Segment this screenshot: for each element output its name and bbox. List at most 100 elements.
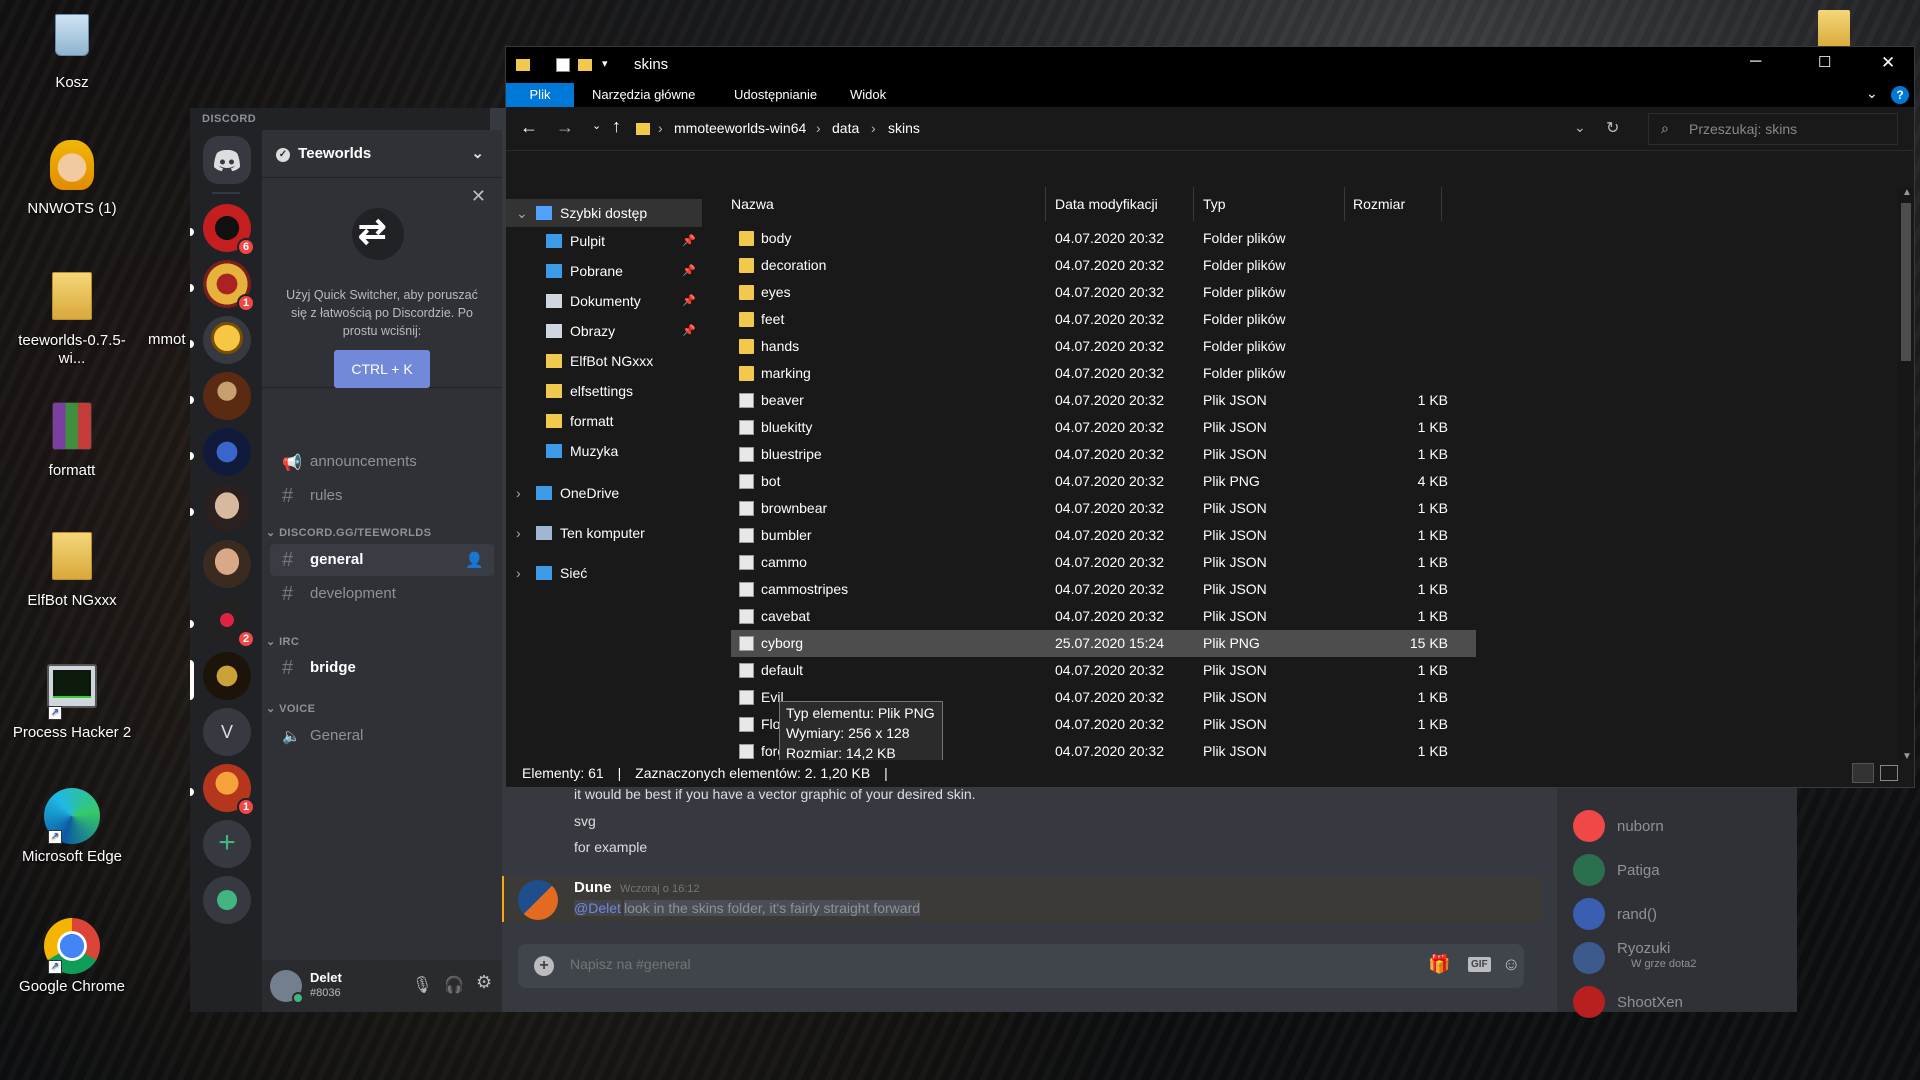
nav-item[interactable]: › OneDrive (506, 479, 702, 507)
nav-item[interactable]: ElfBot NGxxx (506, 347, 702, 375)
file-row[interactable]: cavebat 04.07.2020 20:32 Plik JSON 1 KB (731, 603, 1476, 630)
nav-item[interactable]: Pobrane 📌 (506, 257, 702, 285)
server-header[interactable]: ✓ Teeworlds ⌄ (262, 130, 502, 178)
file-row[interactable]: hands 04.07.2020 20:32 Folder plików (731, 333, 1476, 360)
voice-channel-general[interactable]: 🔈 General (270, 720, 494, 752)
breadcrumb-item[interactable]: mmoteeworlds-win64 (674, 120, 806, 136)
back-button[interactable]: ← (520, 117, 538, 138)
breadcrumb-item[interactable]: skins (888, 120, 920, 136)
server-letter-icon[interactable]: V (203, 708, 251, 756)
add-server-icon[interactable]: + (203, 820, 251, 868)
desktop-folder-icon-topright[interactable] (1818, 10, 1850, 48)
chevron-right-icon[interactable]: › (516, 479, 521, 507)
mention[interactable]: @Delet (574, 900, 621, 916)
file-row[interactable]: cammo 04.07.2020 20:32 Plik JSON 1 KB (731, 549, 1476, 576)
desktop-icon-nnwots[interactable]: NNWOTS (1) (7, 138, 137, 218)
column-name[interactable]: Nazwa (723, 187, 1046, 221)
new-folder-icon[interactable] (578, 59, 592, 71)
desktop-icon-chrome[interactable]: ↗ Google Chrome (7, 918, 137, 996)
file-row[interactable]: eyes 04.07.2020 20:32 Folder plików (731, 279, 1476, 306)
nav-item[interactable]: › Ten komputer (506, 519, 702, 547)
nav-item[interactable]: Pulpit 📌 (506, 227, 702, 255)
member-item[interactable]: ShootXen (1573, 982, 1783, 1022)
server-icon[interactable] (203, 372, 251, 420)
tiles-view-icon[interactable] (1880, 765, 1898, 781)
channel-rules[interactable]: # rules (270, 480, 494, 512)
message-author[interactable]: Dune (574, 879, 612, 896)
nav-item[interactable]: › Sieć (506, 559, 702, 587)
chevron-right-icon[interactable]: › (516, 559, 521, 587)
server-icon[interactable]: 6 (203, 204, 255, 256)
desktop-icon-edge[interactable]: ↗ Microsoft Edge (7, 788, 137, 866)
file-row[interactable]: body 04.07.2020 20:32 Folder plików (731, 225, 1476, 252)
upload-icon[interactable]: + (534, 956, 554, 976)
nav-item[interactable]: Dokumenty 📌 (506, 287, 702, 315)
file-row[interactable]: bluekitty 04.07.2020 20:32 Plik JSON 1 KB (731, 414, 1476, 441)
nav-item[interactable]: formatt (506, 407, 702, 435)
close-button[interactable]: ✕ (1881, 53, 1895, 73)
add-member-icon[interactable]: 👤 (465, 551, 484, 569)
member-item[interactable]: Ryozuki W grze dota2 (1573, 938, 1783, 978)
nav-item[interactable]: Obrazy 📌 (506, 317, 702, 345)
tab-share[interactable]: Udostępnianie (720, 83, 831, 107)
server-icon[interactable] (203, 652, 251, 700)
tab-plik[interactable]: Plik (506, 83, 574, 107)
vertical-scrollbar[interactable]: ▲ ▼ (1898, 187, 1914, 762)
desktop-icon-recycle-bin[interactable]: Kosz (7, 8, 137, 92)
desktop-icon-formatt[interactable]: formatt (7, 398, 137, 480)
address-bar[interactable]: › mmoteeworlds-win64 › data › skins ⌄ ↻ (636, 113, 1636, 145)
server-icon[interactable]: 1 (203, 260, 255, 312)
gift-icon[interactable]: 🎁 (1428, 954, 1450, 975)
column-size[interactable]: Rozmiar (1345, 187, 1442, 221)
channel-announcements[interactable]: 📢 announcements (270, 446, 494, 478)
chevron-right-icon[interactable]: › (516, 519, 521, 547)
maximize-button[interactable]: ☐ (1818, 53, 1831, 71)
member-item[interactable]: Patiga (1573, 850, 1783, 890)
tab-view[interactable]: Widok (836, 83, 900, 107)
gear-icon[interactable]: ⚙ (476, 972, 492, 993)
message-composer[interactable]: + 🎁 GIF ☺ (518, 944, 1524, 988)
chevron-down-icon[interactable]: ⌄ (516, 199, 528, 227)
channel-bridge[interactable]: # bridge (270, 652, 494, 684)
minimize-button[interactable]: ─ (1750, 53, 1761, 71)
file-row[interactable]: brownbear 04.07.2020 20:32 Plik JSON 1 KB (731, 495, 1476, 522)
channel-general[interactable]: # general 👤 (270, 544, 494, 576)
member-item[interactable]: nuborn (1573, 806, 1783, 846)
server-icon[interactable] (203, 540, 251, 588)
file-row[interactable]: bluestripe 04.07.2020 20:32 Plik JSON 1 KB (731, 441, 1476, 468)
address-dropdown-icon[interactable]: ⌄ (1574, 119, 1586, 136)
nav-item[interactable]: elfsettings (506, 377, 702, 405)
explore-servers-icon[interactable] (203, 876, 251, 924)
column-type[interactable]: Typ (1195, 187, 1345, 221)
column-date[interactable]: Data modyfikacji (1047, 187, 1194, 221)
channel-development[interactable]: # development (270, 578, 494, 610)
category-header[interactable]: ⌄ VOICE (266, 702, 315, 715)
file-row[interactable]: feet 04.07.2020 20:32 Folder plików (731, 306, 1476, 333)
expand-ribbon-icon[interactable]: ⌄ (1866, 85, 1878, 102)
file-row[interactable]: decoration 04.07.2020 20:32 Folder plików (731, 252, 1476, 279)
category-header[interactable]: ⌄ IRC (266, 635, 299, 648)
tab-home[interactable]: Narzędzia główne (578, 83, 709, 107)
server-icon[interactable] (203, 428, 251, 476)
home-button[interactable] (203, 136, 251, 184)
server-icon[interactable] (203, 484, 251, 532)
member-item[interactable]: rand() (1573, 894, 1783, 934)
desktop-icon-elfbot[interactable]: ElfBot NGxxx (7, 528, 137, 610)
search-box[interactable]: ⌕ Przeszukaj: skins (1648, 113, 1898, 145)
file-row[interactable]: marking 04.07.2020 20:32 Folder plików (731, 360, 1476, 387)
file-row[interactable]: bot 04.07.2020 20:32 Plik PNG 4 KB (731, 468, 1476, 495)
server-icon[interactable]: 1 (203, 764, 255, 816)
breadcrumb-item[interactable]: data (832, 120, 859, 136)
scroll-up-icon[interactable]: ▲ (1902, 187, 1912, 198)
gif-icon[interactable]: GIF (1468, 957, 1491, 972)
desktop-icon-teeworlds-zip[interactable]: teeworlds-0.7.5-wi... (7, 268, 137, 368)
category-header[interactable]: ⌄ DISCORD.GG/TEEWORLDS (266, 526, 431, 539)
details-view-icon[interactable] (1852, 763, 1874, 783)
nav-item[interactable]: ⌄ Szybki dostęp (506, 199, 702, 227)
desktop-icon-process-hacker[interactable]: ↗ Process Hacker 2 (7, 658, 137, 742)
quick-switcher-button[interactable]: CTRL + K (334, 350, 430, 388)
emoji-icon[interactable]: ☺ (1502, 954, 1520, 975)
forward-button[interactable]: → (556, 117, 574, 138)
recent-locations-icon[interactable]: ⌄ (592, 119, 601, 132)
up-button[interactable]: ↑ (612, 116, 621, 137)
